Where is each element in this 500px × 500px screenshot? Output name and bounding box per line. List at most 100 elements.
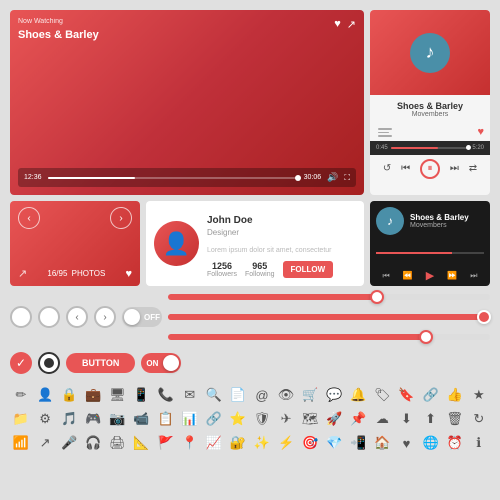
- at-icon[interactable]: @: [251, 384, 273, 406]
- game-icon[interactable]: 🎮: [82, 408, 104, 430]
- video-canvas[interactable]: [18, 43, 356, 168]
- refresh-icon[interactable]: ↻: [468, 408, 490, 430]
- slider-2-knob[interactable]: [477, 310, 491, 324]
- music-icon[interactable]: 🎵: [58, 408, 80, 430]
- photos-heart-icon[interactable]: ♥: [125, 268, 132, 280]
- chat-icon[interactable]: 💬: [323, 384, 345, 406]
- slider-1-knob[interactable]: [370, 290, 384, 304]
- video-icon[interactable]: 📹: [130, 408, 152, 430]
- eye-icon[interactable]: 👁: [275, 384, 297, 406]
- menu-icon[interactable]: [376, 126, 394, 139]
- photos-next-button[interactable]: ›: [110, 207, 132, 229]
- left-arrow-button[interactable]: ‹: [66, 306, 88, 328]
- prev-icon[interactable]: ⏮: [401, 163, 410, 174]
- folder-icon[interactable]: 📁: [10, 408, 32, 430]
- thumb-icon[interactable]: 👍: [444, 384, 466, 406]
- lock2-icon[interactable]: 🔐: [227, 432, 249, 454]
- pin-icon[interactable]: 📌: [347, 408, 369, 430]
- slider-3-knob[interactable]: [419, 330, 433, 344]
- radio-button-1[interactable]: [10, 306, 32, 328]
- mobile2-icon[interactable]: 📲: [347, 432, 369, 454]
- plane-icon[interactable]: ✈: [275, 408, 297, 430]
- trash-icon[interactable]: 🗑: [444, 408, 466, 430]
- user-icon[interactable]: 👤: [34, 384, 56, 406]
- headphone-icon[interactable]: 🎧: [82, 432, 104, 454]
- next-icon[interactable]: ⏭: [450, 163, 459, 174]
- mini-play-icon[interactable]: ▶: [426, 269, 434, 282]
- photos-prev-button[interactable]: ‹: [18, 207, 40, 229]
- chart-icon[interactable]: 📊: [179, 408, 201, 430]
- flag-icon[interactable]: 🚩: [155, 432, 177, 454]
- clipboard-icon[interactable]: 📋: [155, 408, 177, 430]
- cart-icon[interactable]: 🛒: [299, 384, 321, 406]
- share-icon[interactable]: ↗: [347, 18, 356, 31]
- briefcase-icon[interactable]: 💼: [82, 384, 104, 406]
- email-icon[interactable]: ✉: [179, 384, 201, 406]
- pin2-icon[interactable]: 📍: [179, 432, 201, 454]
- download-icon[interactable]: ⬇: [396, 408, 418, 430]
- gear-icon[interactable]: ⚙: [34, 408, 56, 430]
- check-button[interactable]: ✓: [10, 352, 32, 374]
- star-icon[interactable]: ★: [468, 384, 490, 406]
- time-icon[interactable]: ⏰: [444, 432, 466, 454]
- globe-icon[interactable]: 🌐: [420, 432, 442, 454]
- mini-next-icon[interactable]: ⏭: [470, 271, 477, 281]
- shield-icon[interactable]: 🛡: [251, 408, 273, 430]
- fullscreen-icon[interactable]: ⛶: [344, 173, 350, 183]
- phone-icon[interactable]: 📞: [155, 384, 177, 406]
- slider-2[interactable]: [168, 314, 490, 320]
- mini-rewind-icon[interactable]: ⏪: [403, 271, 413, 280]
- camera-icon[interactable]: 📷: [106, 408, 128, 430]
- toggle-on[interactable]: ON: [141, 353, 181, 373]
- home-icon[interactable]: 🏠: [371, 432, 393, 454]
- rocket-icon[interactable]: 🚀: [323, 408, 345, 430]
- mini-ff-icon[interactable]: ⏩: [447, 271, 457, 280]
- slider-3[interactable]: [168, 334, 490, 340]
- printer-icon[interactable]: 🖨: [106, 432, 128, 454]
- wifi-icon[interactable]: 📶: [10, 432, 32, 454]
- link2-icon[interactable]: 🔗: [203, 408, 225, 430]
- target-icon[interactable]: 🎯: [299, 432, 321, 454]
- play-pause-button[interactable]: ⏸: [420, 159, 440, 179]
- radio-filled-button[interactable]: [38, 352, 60, 374]
- star2-icon[interactable]: ⭐: [227, 408, 249, 430]
- lightning-icon[interactable]: ⚡: [275, 432, 297, 454]
- lock-icon[interactable]: 🔒: [58, 384, 80, 406]
- right-arrow-button[interactable]: ›: [94, 306, 116, 328]
- main-button[interactable]: BUTTON: [66, 353, 135, 373]
- follow-button[interactable]: FOLLOW: [283, 261, 334, 278]
- bookmark-icon[interactable]: 🔖: [396, 384, 418, 406]
- heart2-icon[interactable]: ♥: [396, 432, 418, 454]
- mobile-icon[interactable]: 📱: [130, 384, 152, 406]
- tag-icon[interactable]: 🏷: [371, 384, 393, 406]
- cloud-icon[interactable]: ☁: [371, 408, 393, 430]
- photos-share-icon[interactable]: ↗: [18, 267, 27, 280]
- video-progress-bar[interactable]: [48, 177, 298, 179]
- document-icon[interactable]: 📄: [227, 384, 249, 406]
- monitor-icon[interactable]: 🖥: [106, 384, 128, 406]
- music-progress-bar[interactable]: [391, 147, 470, 149]
- toggle-off[interactable]: OFF: [122, 307, 162, 327]
- link-icon[interactable]: 🔗: [420, 384, 442, 406]
- volume-icon[interactable]: 🔊: [327, 172, 338, 183]
- heart-icon[interactable]: ♥: [334, 18, 341, 31]
- map-icon[interactable]: 🗺: [299, 408, 321, 430]
- bell-icon[interactable]: 🔔: [347, 384, 369, 406]
- search-icon[interactable]: 🔍: [203, 384, 225, 406]
- sparkle-icon[interactable]: ✨: [251, 432, 273, 454]
- radio-button-2[interactable]: [38, 306, 60, 328]
- slider-1[interactable]: [168, 294, 490, 300]
- shuffle-icon[interactable]: ⇄: [469, 163, 477, 174]
- upload-icon[interactable]: ⬆: [420, 408, 442, 430]
- chart2-icon[interactable]: 📈: [203, 432, 225, 454]
- mic-icon[interactable]: 🎤: [58, 432, 80, 454]
- ruler-icon[interactable]: 📐: [130, 432, 152, 454]
- mini-prev-icon[interactable]: ⏮: [383, 271, 390, 281]
- share2-icon[interactable]: ↗: [34, 432, 56, 454]
- edit-icon[interactable]: ✏: [10, 384, 32, 406]
- repeat-icon[interactable]: ↺: [383, 163, 391, 174]
- mini-progress-bar[interactable]: [376, 252, 484, 254]
- music-heart-icon[interactable]: ♥: [477, 126, 484, 138]
- diamond-icon[interactable]: 💎: [323, 432, 345, 454]
- info-icon[interactable]: ℹ: [468, 432, 490, 454]
